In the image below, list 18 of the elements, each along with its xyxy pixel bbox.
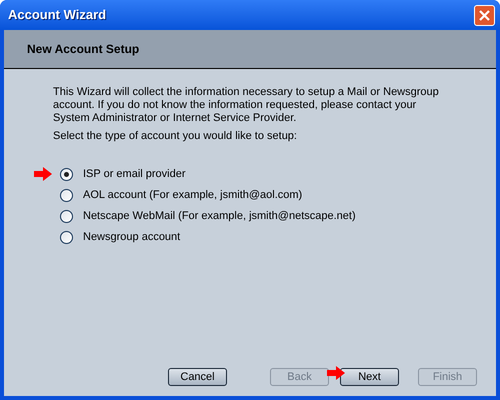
header-title: New Account Setup: [27, 41, 140, 58]
radio-button[interactable]: [60, 210, 73, 222]
pointer-arrow-icon: [34, 167, 52, 181]
close-icon: [479, 10, 490, 20]
option-label[interactable]: Netscape WebMail (For example, jsmith@netscape.net): [83, 208, 356, 224]
prompt-text: Select the type of account you would like to setup:: [53, 130, 298, 143]
intro-text: This Wizard will collect the information necessary to setup a Mail or Newsgroup account. If you do not know the information requested, please contact your System Administrator or Internet Service Provider.: [53, 86, 440, 125]
radio-button[interactable]: [60, 230, 73, 244]
option-label[interactable]: Newsgroup account: [83, 228, 180, 246]
window-title: Account Wizard: [8, 6, 106, 24]
close-button[interactable]: [474, 4, 495, 26]
radio-button[interactable]: [60, 168, 73, 180]
radio-button[interactable]: [60, 188, 73, 202]
option-label[interactable]: ISP or email provider: [83, 166, 186, 182]
wizard-button[interactable]: Next: [340, 368, 399, 386]
wizard-button[interactable]: Cancel: [168, 368, 227, 386]
option-label[interactable]: AOL account (For example, jsmith@aol.com): [83, 186, 302, 204]
pointer-arrow-icon: [327, 366, 345, 380]
